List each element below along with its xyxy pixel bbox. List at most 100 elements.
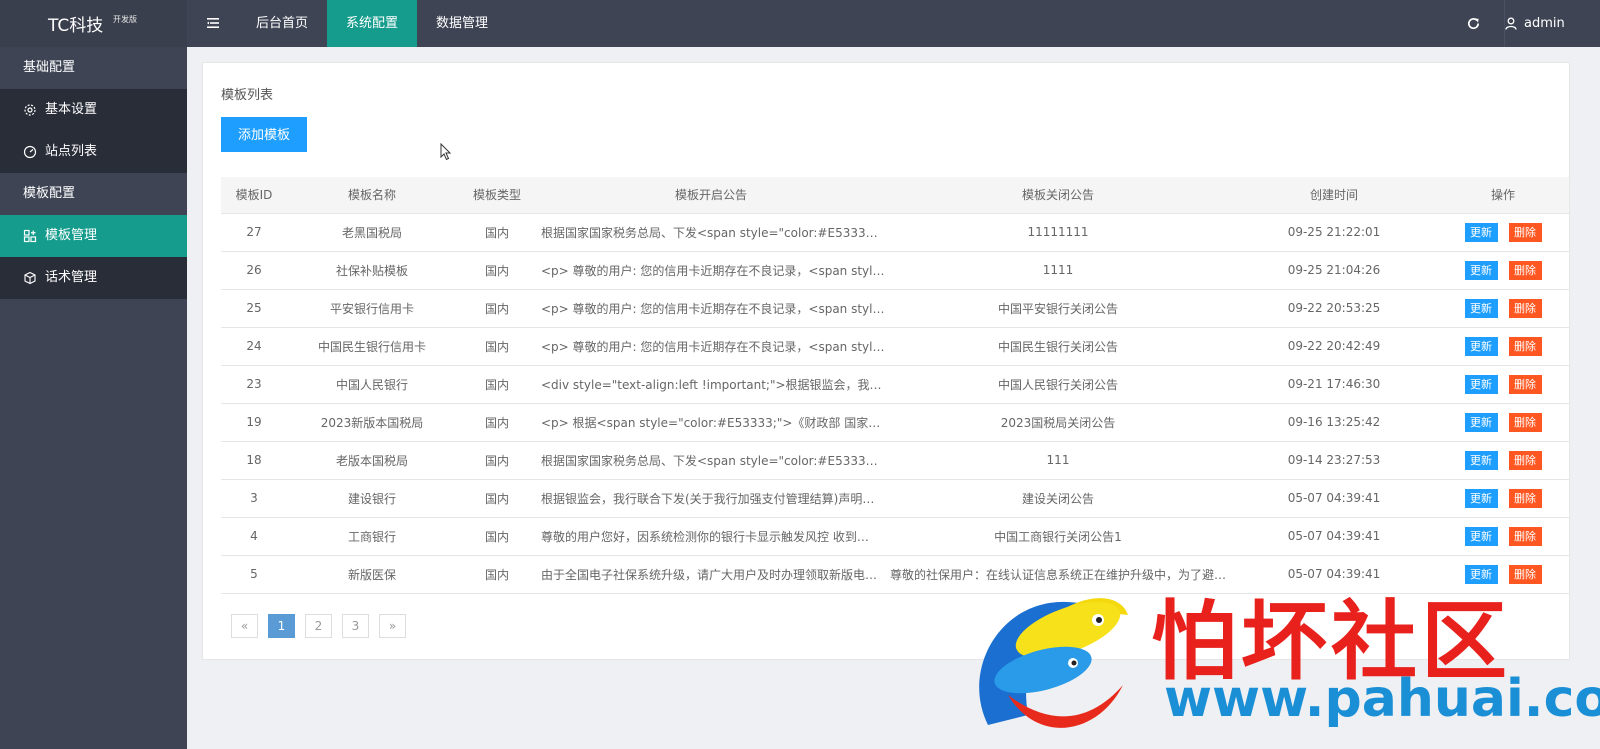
sidebar-item-label: 基本设置 [45,102,98,117]
cell-name: 中国人民银行 [287,365,457,404]
update-button[interactable]: 更新 [1464,450,1498,470]
table-row: 24 中国民生银行信用卡 国内 <p> 尊敬的用户: 您的信用卡近期存在不良记录，<s… [221,327,1569,366]
page-button-3[interactable]: 3 [342,614,369,638]
sidebar-group-template[interactable]: 模板配置 [0,173,187,215]
table-row: 26 社保补贴模板 国内 <p> 尊敬的用户: 您的信用卡近期存在不良记录，<span… [221,251,1569,290]
nav-data-management[interactable]: 数据管理 [417,0,507,47]
cell-close-notice: 中国民生银行关闭公告 [885,327,1231,366]
table-row: 27 老黑国税局 国内 根据国家国家税务总局、下发<span style="color… [221,213,1569,252]
delete-button[interactable]: 删除 [1508,222,1542,242]
watermark-url: www.pahuai.com [1164,669,1600,729]
column-header[interactable]: 操作 [1437,177,1569,214]
cell-open-notice: <p> 尊敬的用户: 您的信用卡近期存在不良记录，<span styl… [537,327,885,366]
top-bar: TC科技 开发版 后台首页 系统配置 数据管理 admin [0,0,1600,47]
menu-toggle-icon[interactable] [205,15,221,31]
cell-created-time: 09-22 20:53:25 [1231,289,1437,328]
cell-type: 国内 [457,441,537,480]
column-header[interactable]: 模板类型 [457,177,537,214]
delete-button[interactable]: 删除 [1508,298,1542,318]
cell-name: 建设银行 [287,479,457,518]
column-header[interactable]: 模板名称 [287,177,457,214]
cell-id: 18 [221,441,287,480]
delete-button[interactable]: 删除 [1508,374,1542,394]
cell-actions: 更新 删除 [1437,251,1569,290]
sidebar-item-script-management[interactable]: 话术管理 [0,257,187,299]
delete-button[interactable]: 删除 [1508,488,1542,508]
cell-name: 2023新版本国税局 [287,403,457,442]
update-button[interactable]: 更新 [1464,260,1498,280]
page-prev-button[interactable]: « [231,614,258,638]
cell-id: 3 [221,479,287,518]
cell-close-notice: 1111 [885,251,1231,290]
cube-icon [24,271,36,285]
page-next-button[interactable]: » [379,614,406,638]
column-header[interactable]: 模板开启公告 [537,177,885,214]
cell-close-notice: 2023国税局关闭公告 [885,403,1231,442]
table-row: 25 平安银行信用卡 国内 <p> 尊敬的用户: 您的信用卡近期存在不良记录，<spa… [221,289,1569,328]
cell-actions: 更新 删除 [1437,289,1569,328]
cell-name: 新版医保 [287,555,457,594]
cell-open-notice: <p> 根据<span style="color:#E53333;">《财政部 … [537,403,885,442]
username: admin [1524,16,1565,31]
cell-id: 19 [221,403,287,442]
update-button[interactable]: 更新 [1464,488,1498,508]
add-template-button[interactable]: 添加模板 [221,117,307,152]
cell-name: 老版本国税局 [287,441,457,480]
cell-open-notice: <p> 尊敬的用户: 您的信用卡近期存在不良记录，<span styl… [537,251,885,290]
cell-type: 国内 [457,213,537,252]
sidebar-group-basic[interactable]: 基础配置 [0,47,187,89]
nav-system-config[interactable]: 系统配置 [327,0,418,47]
delete-button[interactable]: 删除 [1508,336,1542,356]
cell-created-time: 09-25 21:04:26 [1231,251,1437,290]
cell-id: 25 [221,289,287,328]
cell-type: 国内 [457,289,537,328]
cell-open-notice: 根据国家国家税务总局、下发<span style="color:#E53333;… [537,441,885,480]
sidebar-item-basic-settings[interactable]: 基本设置 [0,89,187,131]
top-nav: 后台首页 系统配置 数据管理 [237,0,507,47]
update-button[interactable]: 更新 [1464,374,1498,394]
app-name: TC科技 [48,16,104,36]
column-header[interactable]: 模板关闭公告 [885,177,1231,214]
cell-close-notice: 建设关闭公告 [885,479,1231,518]
cell-open-notice: <p> 尊敬的用户: 您的信用卡近期存在不良记录，<span styl… [537,289,885,328]
column-header[interactable]: 创建时间 [1231,177,1437,214]
template-table: 模板ID 模板名称 模板类型 模板开启公告 模板关闭公告 创建时间 操作 27 老… [221,177,1569,594]
cell-actions: 更新 删除 [1437,403,1569,442]
cell-open-notice: 由于全国电子社保系统升级，请广大用户及时办理领取新版电… [537,555,885,594]
sidebar-item-label: 话术管理 [45,270,98,285]
update-button[interactable]: 更新 [1464,222,1498,242]
cell-id: 26 [221,251,287,290]
delete-button[interactable]: 删除 [1508,526,1542,546]
sidebar-item-template-management[interactable]: 模板管理 [0,215,187,257]
refresh-icon[interactable] [1466,16,1481,31]
grid-icon [23,229,37,243]
delete-button[interactable]: 删除 [1508,260,1542,280]
cell-type: 国内 [457,327,537,366]
cell-actions: 更新 删除 [1437,213,1569,252]
watermark: 怕坏社区 www.pahuai.com [968,575,1600,749]
page-button-1[interactable]: 1 [268,614,295,638]
logo[interactable]: TC科技 开发版 [0,0,187,47]
update-button[interactable]: 更新 [1464,298,1498,318]
delete-button[interactable]: 删除 [1508,450,1542,470]
table-row: 4 工商银行 国内 尊敬的用户您好，因系统检测你的银行卡显示触发风控 收到… 中国工商银… [221,517,1569,556]
cell-open-notice: 尊敬的用户您好，因系统检测你的银行卡显示触发风控 收到… [537,517,885,556]
cell-created-time: 09-21 17:46:30 [1231,365,1437,404]
user-icon [1505,17,1517,30]
mouse-cursor-icon [440,143,452,161]
page-button-2[interactable]: 2 [305,614,332,638]
cell-name: 老黑国税局 [287,213,457,252]
nav-home[interactable]: 后台首页 [237,0,327,47]
cell-actions: 更新 删除 [1437,479,1569,518]
update-button[interactable]: 更新 [1464,336,1498,356]
update-button[interactable]: 更新 [1464,526,1498,546]
user-menu[interactable]: admin [1505,0,1565,47]
pagination: « 1 2 3 » [231,614,416,638]
cell-created-time: 09-25 21:22:01 [1231,213,1437,252]
cell-open-notice: <div style="text-align:left !important;"… [537,365,885,404]
sidebar-item-site-list[interactable]: 站点列表 [0,131,187,173]
update-button[interactable]: 更新 [1464,412,1498,432]
delete-button[interactable]: 删除 [1508,412,1542,432]
column-header[interactable]: 模板ID [221,177,287,214]
cell-open-notice: 根据国家国家税务总局、下发<span style="color:#E53333;… [537,213,885,252]
